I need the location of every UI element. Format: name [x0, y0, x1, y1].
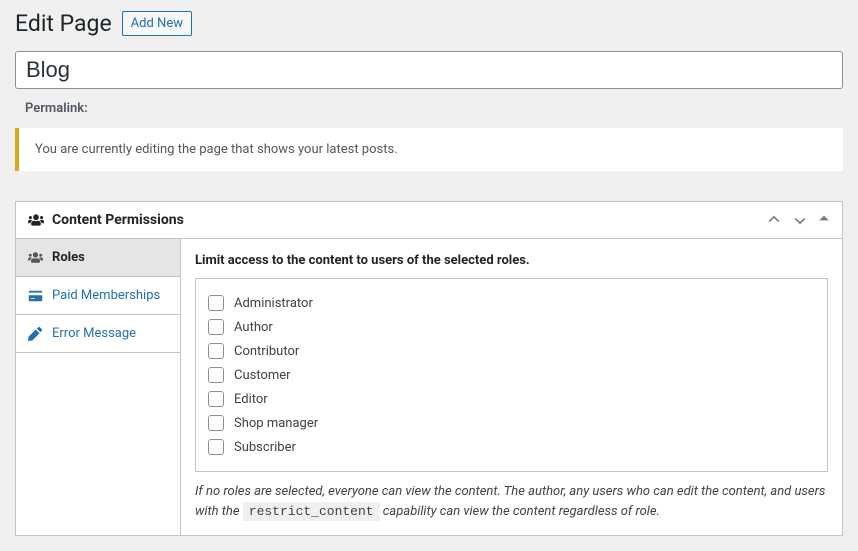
postbox-title: Content Permissions: [28, 212, 184, 228]
notice-banner: You are currently editing the page that …: [15, 128, 843, 171]
notice-text: You are currently editing the page that …: [35, 142, 398, 157]
roles-heading: Limit access to the content to users of …: [195, 253, 828, 268]
role-row: Shop manager: [208, 411, 815, 435]
role-row: Author: [208, 315, 815, 339]
tab-error-message[interactable]: Error Message: [16, 315, 180, 353]
tab-paid-memberships[interactable]: Paid Memberships: [16, 277, 180, 315]
page-heading: Edit Page Add New: [15, 0, 843, 51]
postbox-controls: [766, 212, 830, 228]
postbox-body: Roles Paid Memberships Error Message Lim…: [16, 239, 842, 535]
role-row: Subscriber: [208, 435, 815, 459]
role-row: Administrator: [208, 291, 815, 315]
role-row: Editor: [208, 387, 815, 411]
role-label: Shop manager: [234, 416, 318, 431]
role-label: Administrator: [234, 296, 313, 311]
roles-panel: Limit access to the content to users of …: [181, 239, 842, 535]
add-new-button[interactable]: Add New: [122, 11, 192, 36]
role-row: Contributor: [208, 339, 815, 363]
role-label: Subscriber: [234, 440, 296, 455]
roles-help-text: If no roles are selected, everyone can v…: [195, 482, 828, 521]
tab-label: Paid Memberships: [52, 288, 160, 303]
role-label: Customer: [234, 368, 291, 383]
help-suffix: capability can view the content regardle…: [380, 504, 660, 519]
role-checkbox-subscriber[interactable]: [208, 439, 224, 455]
card-icon: [28, 290, 44, 302]
users-icon: [28, 213, 44, 227]
content-permissions-postbox: Content Permissions Roles: [15, 201, 843, 536]
tab-label: Roles: [52, 250, 85, 265]
role-row: Customer: [208, 363, 815, 387]
page-title-input[interactable]: [15, 51, 843, 89]
postbox-title-text: Content Permissions: [52, 212, 184, 228]
role-checkbox-author[interactable]: [208, 319, 224, 335]
tab-roles[interactable]: Roles: [16, 239, 180, 277]
role-label: Author: [234, 320, 273, 335]
role-checkbox-administrator[interactable]: [208, 295, 224, 311]
move-down-icon[interactable]: [792, 212, 808, 228]
users-icon: [28, 251, 44, 264]
tab-label: Error Message: [52, 326, 136, 341]
role-checkbox-shop-manager[interactable]: [208, 415, 224, 431]
postbox-header: Content Permissions: [16, 202, 842, 239]
role-checkbox-customer[interactable]: [208, 367, 224, 383]
move-up-icon[interactable]: [766, 212, 782, 228]
help-code: restrict_content: [243, 502, 380, 521]
permalink-label: Permalink:: [15, 89, 843, 128]
postbox-tabs: Roles Paid Memberships Error Message: [16, 239, 181, 535]
role-label: Editor: [234, 392, 268, 407]
roles-list: Administrator Author Contributor Custome…: [195, 278, 828, 472]
toggle-icon[interactable]: [818, 212, 830, 228]
role-checkbox-contributor[interactable]: [208, 343, 224, 359]
role-label: Contributor: [234, 344, 299, 359]
page-title: Edit Page: [15, 10, 112, 37]
role-checkbox-editor[interactable]: [208, 391, 224, 407]
pencil-icon: [28, 327, 44, 341]
